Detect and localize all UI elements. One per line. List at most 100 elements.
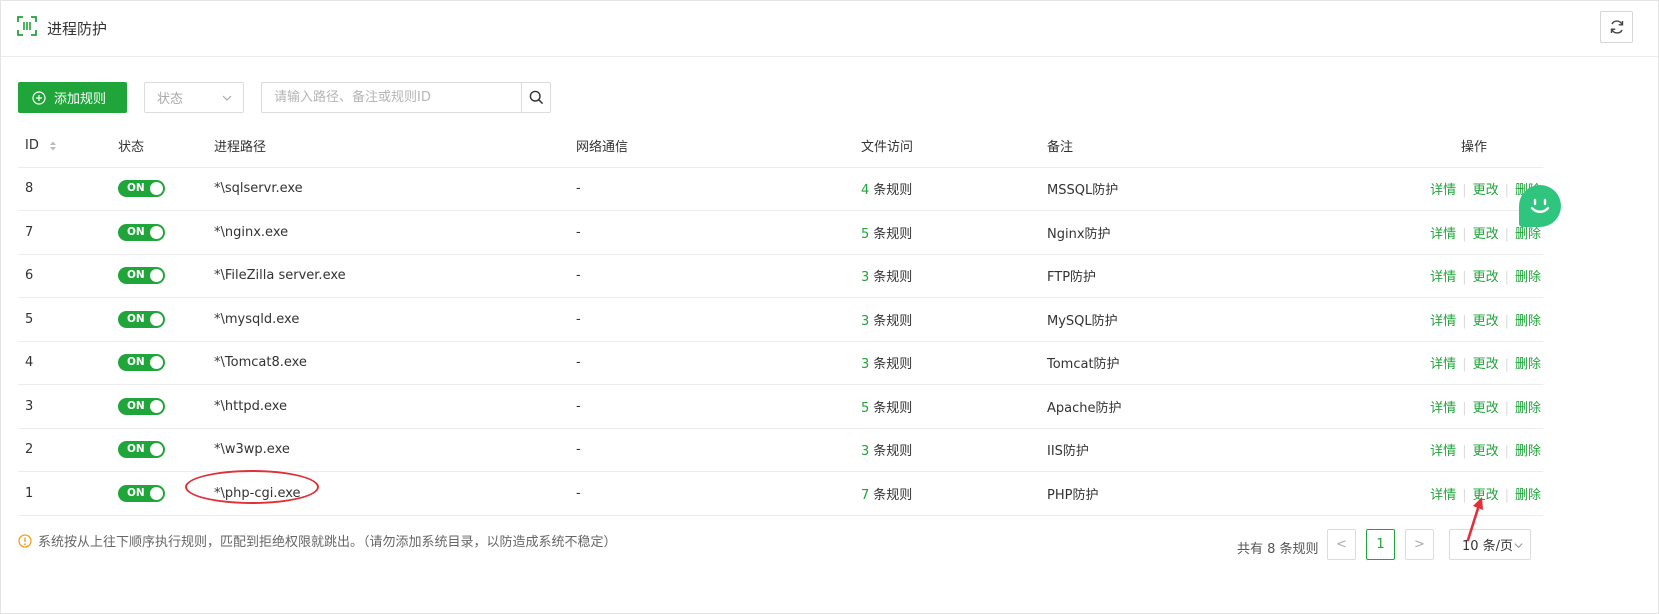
status-toggle[interactable]: ON (118, 441, 165, 459)
next-page-button[interactable]: > (1405, 529, 1434, 560)
chat-widget-button[interactable] (1519, 185, 1561, 227)
rule-note: Apache防护 (1040, 384, 1402, 429)
delete-link[interactable]: 删除 (1515, 357, 1541, 372)
process-path: *\sqlservr.exe (207, 167, 569, 211)
column-header-path: 进程路径 (207, 125, 569, 168)
detail-link[interactable]: 详情 (1430, 444, 1456, 459)
table-header-row: ID 状态 进程路径 网络通信 文件访问 备注 操作 (18, 125, 1543, 168)
file-rule-unit: 条规则 (873, 270, 913, 286)
refresh-button[interactable] (1600, 11, 1633, 43)
toggle-knob (150, 443, 163, 457)
network-value: - (569, 471, 854, 516)
edit-link[interactable]: 更改 (1473, 444, 1499, 459)
sort-icon (50, 141, 56, 151)
detail-link[interactable]: 详情 (1430, 270, 1456, 285)
file-access-cell[interactable]: 5 条规则 (854, 210, 1040, 255)
rule-id: 7 (18, 210, 111, 255)
edit-link[interactable]: 更改 (1473, 183, 1499, 198)
toggle-knob (150, 356, 163, 370)
op-separator: | (1504, 183, 1509, 199)
detail-link[interactable]: 详情 (1430, 227, 1456, 242)
file-access-cell[interactable]: 5 条规则 (854, 384, 1040, 429)
column-header-status: 状态 (111, 125, 207, 168)
table-row: 5 ON *\mysqld.exe - 3 条规则 MySQL防护 详情 | 更改 | 删… (18, 297, 1543, 342)
file-access-cell[interactable]: 3 条规则 (854, 428, 1040, 472)
file-access-cell[interactable]: 4 条规则 (854, 167, 1040, 211)
file-rule-unit: 条规则 (873, 313, 913, 329)
delete-link[interactable]: 删除 (1515, 488, 1541, 503)
rule-note: Nginx防护 (1040, 210, 1402, 255)
op-separator: | (1462, 226, 1467, 242)
page-size-value: 10 条/页 (1462, 539, 1514, 554)
table-row: 3 ON *\httpd.exe - 5 条规则 Apache防护 详情 | 更改 | 删… (18, 384, 1543, 429)
status-toggle[interactable]: ON (118, 484, 165, 502)
highlighted-path: *\php-cgi.exe (185, 469, 319, 504)
rule-note: IIS防护 (1040, 428, 1402, 472)
page-1-button[interactable]: 1 (1366, 529, 1395, 560)
op-separator: | (1504, 357, 1509, 373)
detail-link[interactable]: 详情 (1430, 357, 1456, 372)
add-rule-button[interactable]: 添加规则 (18, 82, 127, 113)
edit-link[interactable]: 更改 (1473, 314, 1499, 329)
edit-link[interactable]: 更改 (1473, 401, 1499, 416)
search-button[interactable] (521, 82, 551, 113)
file-access-cell[interactable]: 3 条规则 (854, 341, 1040, 385)
row-ops: 详情 | 更改 | 删除 (1402, 297, 1543, 342)
detail-link[interactable]: 详情 (1430, 401, 1456, 416)
status-toggle[interactable]: ON (118, 223, 165, 241)
prev-page-button[interactable]: < (1327, 529, 1356, 560)
edit-link[interactable]: 更改 (1473, 488, 1499, 503)
rule-id: 8 (18, 167, 111, 211)
file-access-cell[interactable]: 3 条规则 (854, 297, 1040, 342)
toggle-knob (150, 486, 163, 500)
file-access-cell[interactable]: 3 条规则 (854, 254, 1040, 298)
chevron-down-icon (1514, 543, 1523, 549)
edit-link[interactable]: 更改 (1473, 270, 1499, 285)
toggle-label: ON (127, 182, 145, 195)
file-rule-unit: 条规则 (873, 487, 913, 503)
op-separator: | (1462, 270, 1467, 286)
pagination: 共有 8 条规则 < 1 > 10 条/页 (1237, 529, 1537, 561)
detail-link[interactable]: 详情 (1430, 183, 1456, 198)
rules-table: ID 状态 进程路径 网络通信 文件访问 备注 操作 8 ON *\sqlser… (18, 125, 1543, 516)
table-row: 1 ON *\php-cgi.exe - 7 条规则 PHP防护 详情 | 更改 | 删除 (18, 469, 1543, 516)
column-header-file-access: 文件访问 (854, 125, 1040, 168)
detail-link[interactable]: 详情 (1430, 488, 1456, 503)
delete-link[interactable]: 删除 (1515, 227, 1541, 242)
delete-link[interactable]: 删除 (1515, 270, 1541, 285)
delete-link[interactable]: 删除 (1515, 314, 1541, 329)
column-header-id[interactable]: ID (18, 125, 111, 168)
status-toggle[interactable]: ON (118, 354, 165, 372)
file-access-cell[interactable]: 7 条规则 (854, 471, 1040, 516)
file-rule-unit: 条规则 (873, 444, 913, 460)
process-path: *\Tomcat8.exe (207, 341, 569, 385)
network-value: - (569, 384, 854, 429)
delete-link[interactable]: 删除 (1515, 401, 1541, 416)
op-separator: | (1462, 183, 1467, 199)
op-separator: | (1504, 444, 1509, 460)
edit-link[interactable]: 更改 (1473, 227, 1499, 242)
status-toggle[interactable]: ON (118, 397, 165, 415)
page-size-select[interactable]: 10 条/页 (1449, 529, 1531, 560)
network-value: - (569, 341, 854, 385)
process-path-cell: *\php-cgi.exe (185, 469, 569, 516)
file-rule-unit: 条规则 (873, 400, 913, 416)
op-separator: | (1462, 357, 1467, 373)
search-input[interactable] (261, 82, 521, 113)
status-toggle[interactable]: ON (118, 180, 165, 198)
process-path: *\httpd.exe (207, 384, 569, 429)
toggle-knob (150, 312, 163, 326)
status-toggle[interactable]: ON (118, 267, 165, 285)
delete-link[interactable]: 删除 (1515, 444, 1541, 459)
detail-link[interactable]: 详情 (1430, 314, 1456, 329)
status-toggle[interactable]: ON (118, 310, 165, 328)
row-ops: 详情 | 更改 | 删除 (1402, 254, 1543, 298)
search-icon (529, 90, 543, 105)
process-path: *\php-cgi.exe (214, 485, 301, 501)
process-path: *\mysqld.exe (207, 297, 569, 342)
toggle-label: ON (127, 269, 145, 282)
status-select[interactable]: 状态 (144, 82, 244, 113)
edit-link[interactable]: 更改 (1473, 357, 1499, 372)
rule-id: 6 (18, 254, 111, 298)
footer-note-text: 系统按从上往下顺序执行规则，匹配到拒绝权限就跳出。（请勿添加系统目录，以防造成系… (38, 535, 617, 550)
